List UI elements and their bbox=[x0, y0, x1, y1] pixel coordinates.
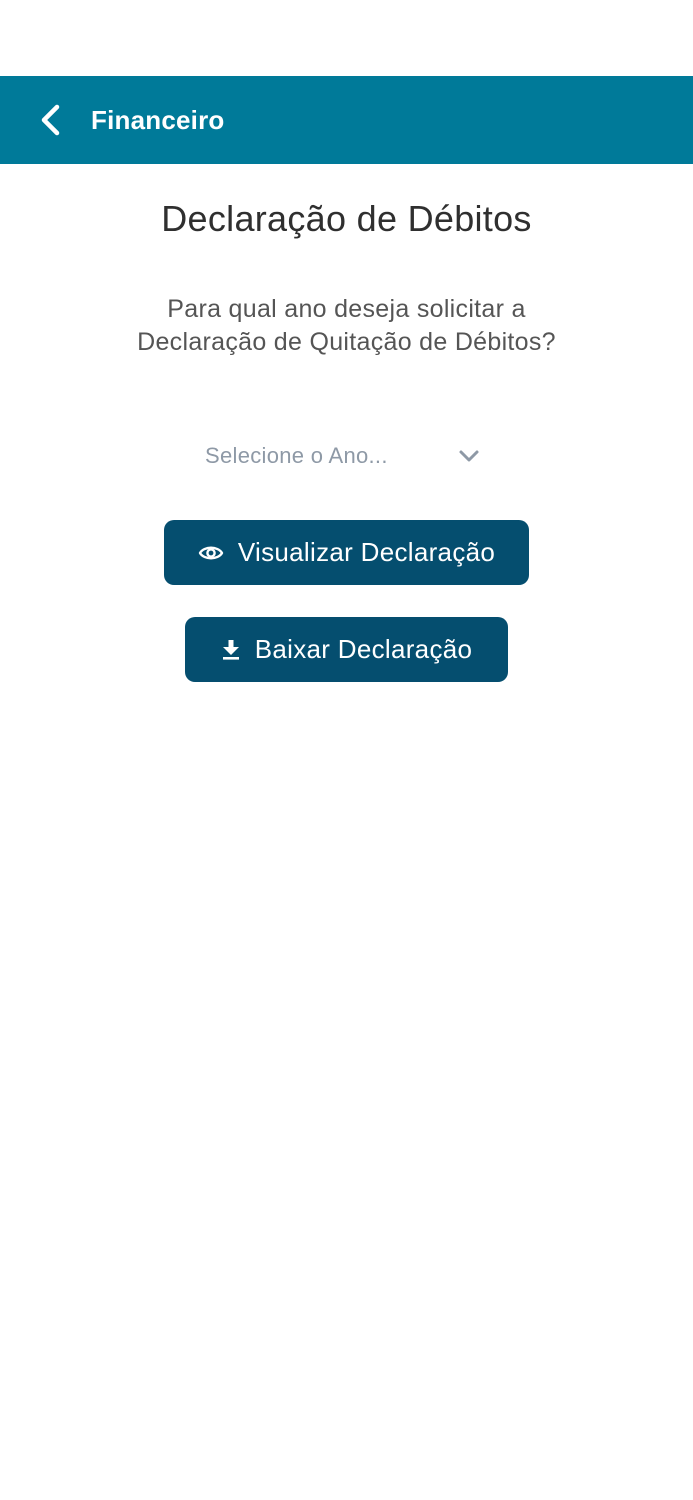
download-declaration-button[interactable]: Baixar Declaração bbox=[185, 617, 508, 682]
status-bar bbox=[0, 0, 693, 76]
app-bar: Financeiro bbox=[0, 76, 693, 164]
eye-icon bbox=[198, 543, 224, 563]
view-declaration-button[interactable]: Visualizar Declaração bbox=[164, 520, 529, 585]
page-title: Declaração de Débitos bbox=[161, 198, 532, 239]
chevron-down-icon bbox=[458, 447, 480, 465]
download-declaration-label: Baixar Declaração bbox=[254, 634, 473, 664]
chevron-left-icon bbox=[38, 103, 62, 137]
year-question: Para qual ano deseja solicitar a Declara… bbox=[137, 295, 556, 356]
app-bar-title: Financeiro bbox=[91, 105, 225, 135]
year-select[interactable]: Selecione o Ano... bbox=[196, 430, 496, 482]
download-icon bbox=[221, 638, 241, 662]
back-button[interactable] bbox=[28, 98, 72, 142]
year-select-placeholder: Selecione o Ano... bbox=[205, 443, 388, 468]
view-declaration-label: Visualizar Declaração bbox=[237, 537, 496, 567]
